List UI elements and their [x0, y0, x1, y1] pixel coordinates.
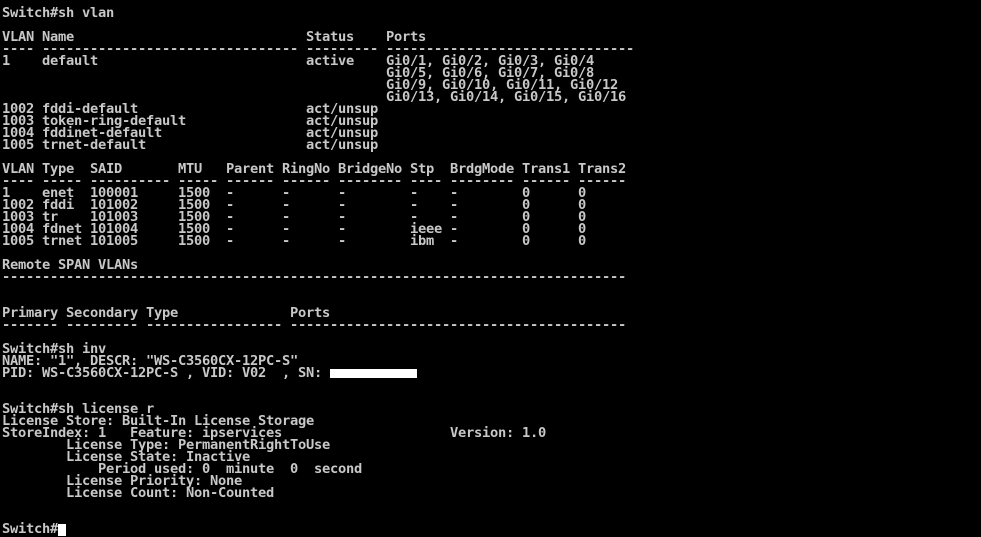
terminal-line: ----------------------------------------… [2, 270, 626, 285]
terminal-window[interactable]: Switch#sh vlan VLAN Name Status Ports ----… [0, 0, 981, 537]
terminal-line: Switch#sh vlan [2, 6, 115, 21]
terminal-line: Switch# [2, 522, 59, 537]
serial-number-redaction [330, 369, 417, 378]
terminal-line: PID: WS-C3560CX-12PC-S , VID: V02 , SN: [2, 366, 323, 381]
terminal-line: 1005 trnet-default act/unsup [2, 138, 379, 153]
terminal-line: ------- --------- ----------------- ----… [2, 318, 626, 333]
terminal-cursor [58, 524, 66, 536]
terminal-line: 1005 trnet 101005 1500 - - - ibm - 0 0 [2, 234, 587, 249]
terminal-line: License Count: Non-Counted [2, 486, 274, 501]
